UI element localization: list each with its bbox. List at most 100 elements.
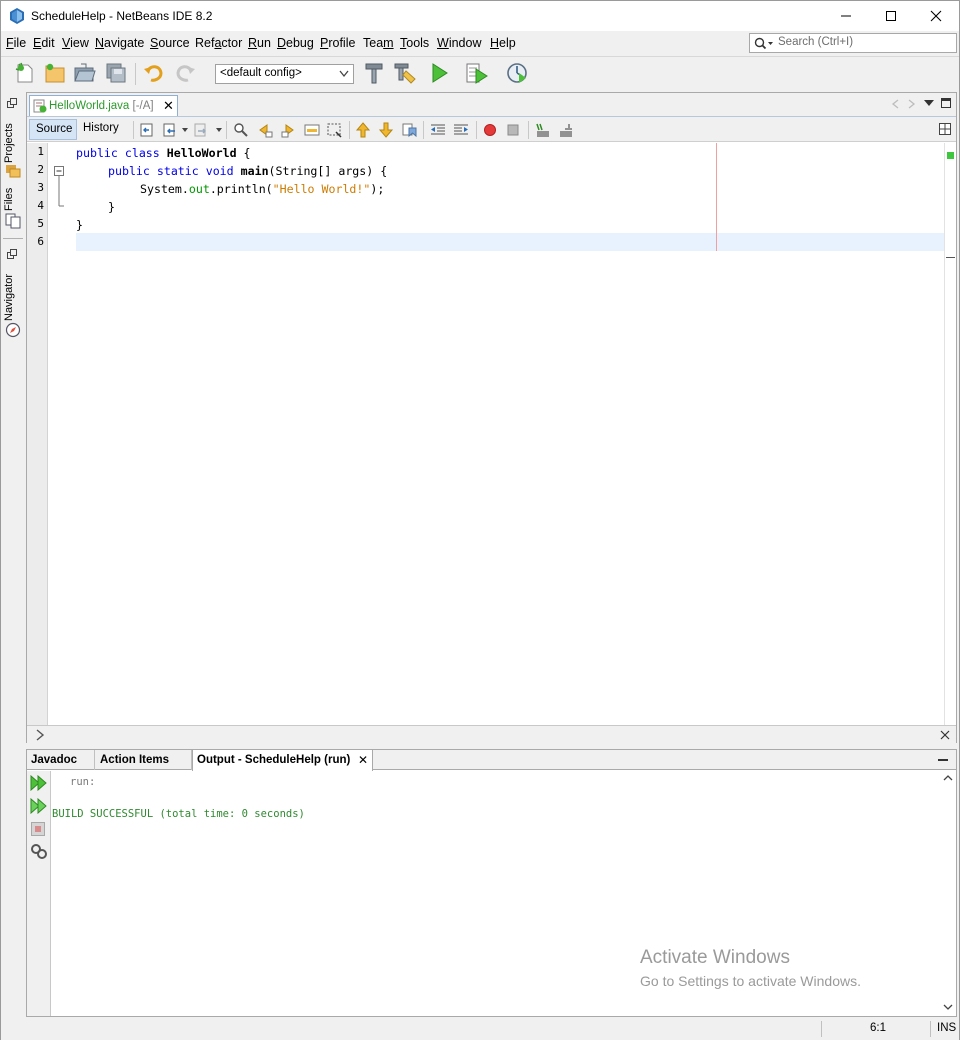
- open-project-icon[interactable]: [73, 61, 97, 85]
- maximize-button[interactable]: [868, 1, 914, 31]
- menu-run[interactable]: Run: [248, 36, 271, 50]
- config-dropdown[interactable]: <default config>: [215, 64, 354, 84]
- line-number: 1: [37, 145, 44, 158]
- close-tab-icon[interactable]: ✕: [358, 753, 368, 767]
- menu-help[interactable]: Help: [490, 36, 516, 50]
- search-input[interactable]: Search (Ctrl+I): [749, 33, 957, 53]
- stop-icon[interactable]: [31, 822, 45, 836]
- scroll-tabs-left-icon[interactable]: [891, 99, 899, 109]
- menu-navigate[interactable]: Navigate: [95, 36, 144, 50]
- find-next-icon[interactable]: [281, 122, 297, 138]
- sidebar-tab-files[interactable]: Files: [3, 185, 23, 211]
- close-tab-icon[interactable]: ✕: [163, 98, 174, 114]
- shift-line-left-icon[interactable]: [430, 122, 446, 138]
- search-icon: [754, 37, 773, 50]
- comment-icon[interactable]: [534, 122, 550, 138]
- toggle-highlight-search-icon[interactable]: [304, 122, 320, 138]
- toggle-bookmark-icon[interactable]: [401, 122, 417, 138]
- tab-helloworld-java[interactable]: HelloWorld.java [-/A] ✕: [29, 95, 178, 117]
- maximize-editor-icon[interactable]: [941, 98, 951, 108]
- netbeans-window: ScheduleHelp - NetBeans IDE 8.2 File Edi…: [0, 0, 960, 1040]
- title-bar: ScheduleHelp - NetBeans IDE 8.2: [1, 1, 959, 31]
- profile-project-icon[interactable]: [505, 61, 529, 85]
- tab-source[interactable]: Source: [29, 119, 77, 140]
- new-project-icon[interactable]: [43, 61, 67, 85]
- previous-bookmark-icon[interactable]: [355, 122, 371, 138]
- menu-edit[interactable]: Edit: [33, 36, 55, 50]
- code-line: public class HelloWorld {: [76, 146, 251, 160]
- back-icon[interactable]: [162, 122, 178, 138]
- toggle-rectangular-selection-icon[interactable]: [326, 122, 342, 138]
- debug-project-icon[interactable]: [465, 61, 489, 85]
- scroll-up-icon[interactable]: [943, 774, 953, 782]
- new-file-icon[interactable]: [13, 61, 37, 85]
- rerun-icon[interactable]: [30, 775, 48, 791]
- minimize-output-icon[interactable]: [938, 759, 948, 761]
- sidebar-tab-navigator[interactable]: Navigator: [3, 269, 23, 321]
- undo-icon[interactable]: [142, 61, 166, 85]
- code-line: }: [76, 218, 83, 232]
- search-placeholder: Search (Ctrl+I): [778, 36, 854, 48]
- settings-gear-icon[interactable]: [30, 843, 48, 859]
- tab-output[interactable]: Output - ScheduleHelp (run) ✕: [192, 750, 373, 771]
- stop-macro-recording-icon[interactable]: [505, 122, 521, 138]
- minimize-button[interactable]: [823, 1, 869, 31]
- code-editor[interactable]: public class HelloWorld { public static …: [76, 143, 944, 725]
- editor-tab-strip: HelloWorld.java [-/A] ✕: [27, 93, 956, 117]
- editor-window: HelloWorld.java [-/A] ✕ Source History 1…: [26, 92, 957, 743]
- uncomment-icon[interactable]: [557, 122, 573, 138]
- close-breadcrumb-icon[interactable]: [940, 730, 950, 740]
- shift-line-right-icon[interactable]: [453, 122, 469, 138]
- line-number-gutter: 1 2 3 4 5 6: [27, 143, 48, 725]
- build-hammer-icon[interactable]: [362, 61, 386, 85]
- back-dropdown-icon[interactable]: [182, 128, 188, 132]
- start-macro-recording-icon[interactable]: [482, 122, 498, 138]
- restore-window-group-icon[interactable]: [7, 249, 18, 259]
- menu-source[interactable]: Source: [150, 36, 190, 50]
- config-value: <default config>: [220, 67, 302, 79]
- redo-icon[interactable]: [173, 61, 197, 85]
- fold-collapse-icon[interactable]: [54, 166, 65, 216]
- split-editor-icon[interactable]: [939, 123, 951, 135]
- error-stripe: [944, 143, 956, 725]
- menu-tools[interactable]: Tools: [400, 36, 429, 50]
- activate-windows-watermark: Activate Windows Go to Settings to activ…: [640, 947, 861, 989]
- rerun-with-parameters-icon[interactable]: [30, 798, 48, 814]
- right-margin-line: [716, 143, 717, 251]
- menu-window[interactable]: Window: [437, 36, 481, 50]
- menu-profile[interactable]: Profile: [320, 36, 355, 50]
- menu-view[interactable]: View: [62, 36, 89, 50]
- no-errors-indicator[interactable]: [947, 152, 954, 159]
- find-selection-icon[interactable]: [233, 122, 249, 138]
- watermark-subtitle: Go to Settings to activate Windows.: [640, 973, 861, 989]
- scroll-tabs-right-icon[interactable]: [908, 99, 916, 109]
- tab-history[interactable]: History: [83, 122, 119, 134]
- clean-build-icon[interactable]: [393, 61, 417, 85]
- show-opened-documents-icon[interactable]: [924, 100, 934, 106]
- maximize-icon: [886, 11, 896, 21]
- forward-icon[interactable]: [193, 122, 209, 138]
- save-all-icon[interactable]: [104, 61, 128, 85]
- scroll-down-icon[interactable]: [943, 1003, 953, 1011]
- chevron-right-icon[interactable]: [35, 729, 45, 741]
- tab-action-items[interactable]: Action Items: [96, 750, 192, 770]
- menu-team[interactable]: Team: [363, 36, 394, 50]
- output-action-bar: [27, 771, 51, 1016]
- code-folding-column: [48, 143, 76, 725]
- run-project-icon[interactable]: [427, 61, 451, 85]
- tab-javadoc[interactable]: Javadoc: [27, 750, 95, 770]
- close-window-button[interactable]: [913, 1, 959, 31]
- find-previous-icon[interactable]: [257, 122, 273, 138]
- sidebar-tab-projects[interactable]: Projects: [3, 119, 23, 163]
- menu-debug[interactable]: Debug: [277, 36, 314, 50]
- menu-refactor[interactable]: Refactor: [195, 36, 242, 50]
- last-edit-icon[interactable]: [139, 122, 155, 138]
- forward-dropdown-icon[interactable]: [216, 128, 222, 132]
- menu-file[interactable]: File: [6, 36, 26, 50]
- restore-window-group-icon[interactable]: [7, 98, 18, 108]
- code-line: public static void main(String[] args) {: [108, 164, 388, 178]
- caret-position-marker: [946, 257, 955, 258]
- next-bookmark-icon[interactable]: [378, 122, 394, 138]
- editor-breadcrumb-bar: [27, 725, 956, 743]
- output-scrollbar[interactable]: [940, 771, 956, 1016]
